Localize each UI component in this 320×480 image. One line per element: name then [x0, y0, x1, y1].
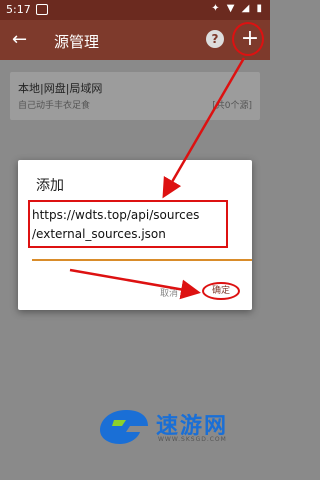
source-count: [共0个源]: [212, 101, 252, 111]
source-card[interactable]: 本地|网盘|局域网 自己动手丰衣足食 [共0个源]: [10, 72, 260, 120]
add-source-dialog: 添加 https://wdts.top/api/sources /externa…: [18, 160, 252, 310]
status-time: 5:17: [6, 3, 31, 16]
watermark-logo: [100, 410, 148, 444]
app-bar: ← 源管理 ? +: [0, 20, 270, 60]
cancel-button[interactable]: 取消: [160, 286, 178, 299]
confirm-button[interactable]: 确定: [202, 282, 240, 300]
arrow-left-icon[interactable]: ←: [12, 29, 27, 50]
source-name: 本地|网盘|局域网: [18, 82, 103, 95]
source-url-input[interactable]: https://wdts.top/api/sources /external_s…: [28, 200, 252, 261]
add-button-highlight: [232, 22, 264, 56]
watermark: 速游网 WWW.SKSGD.COM: [96, 406, 256, 446]
status-bar: 5:17 ✦ ▼ ◢ ▮: [0, 0, 270, 20]
status-icons: ✦ ▼ ◢ ▮: [211, 3, 264, 14]
help-icon[interactable]: ?: [206, 30, 224, 48]
input-highlight: [28, 200, 228, 248]
source-description: 自己动手丰衣足食: [18, 101, 91, 111]
notification-icon: [36, 4, 48, 15]
dialog-title: 添加: [36, 178, 64, 194]
watermark-url: WWW.SKSGD.COM: [158, 436, 227, 443]
input-underline: [32, 259, 252, 261]
page-title: 源管理: [54, 33, 100, 51]
